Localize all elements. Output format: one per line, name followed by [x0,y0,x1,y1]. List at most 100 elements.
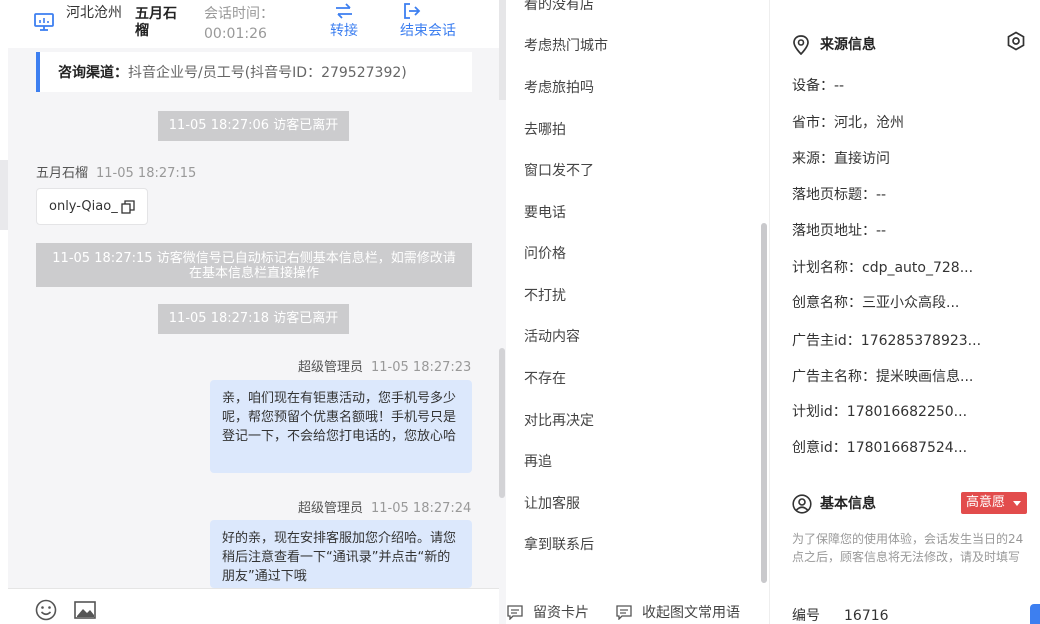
info-row-plan-name: 计划名称：cdp_auto_728... [792,257,1028,277]
collapse-phrases-label: 收起图文常用语 [642,605,740,621]
quick-reply-scrollbar[interactable] [761,223,767,583]
quick-reply-item[interactable]: 去哪拍 [524,119,566,139]
message-time: 11-05 18:27:24 [371,501,472,516]
quick-reply-toolbar: 留资卡片 收起图文常用语 [506,590,770,624]
info-row-landing-url: 落地页地址：-- [792,220,1028,240]
basic-info-header: 基本信息 [792,493,932,514]
quick-reply-item[interactable]: 活动内容 [524,326,580,346]
info-value: -- [876,187,887,203]
chat-scrollbar[interactable] [499,348,505,498]
info-row-plan-id: 计划id：178016682250... [792,401,1028,421]
sender-name: 超级管理员 [298,501,364,516]
lead-card-label: 留资卡片 [533,605,589,621]
monitor-icon [34,13,54,31]
floating-tab[interactable] [1030,604,1040,624]
quick-reply-item[interactable]: 拿到联系后 [524,534,594,554]
agent-message-meta: 超级管理员 11-05 18:27:24 [298,497,471,516]
info-row-province: 省市：河北，沧州 [792,112,1028,132]
chat-toolbar [8,588,499,624]
card-icon [507,605,523,620]
agent-message-meta: 超级管理员 11-05 18:27:23 [298,356,471,375]
info-value: cdp_auto_728... [862,260,974,276]
info-key: 省市： [792,115,834,131]
caret-down-icon [1013,501,1021,506]
source-info-header: 来源信息 [792,34,932,55]
visitor-message-bubble: only-Qiao_ [36,188,148,225]
sender-name: 超级管理员 [298,360,364,375]
info-value: -- [876,223,887,239]
quick-reply-item[interactable]: 对比再决定 [524,410,594,430]
quick-reply-panel: 看的没有店 考虑热门城市 考虑旅拍吗 去哪拍 窗口发不了 要电话 问价格 不打扰… [506,0,770,624]
quick-reply-item[interactable]: 问价格 [524,243,566,263]
channel-value: 抖音企业号/员工号(抖音号ID：279527392) [128,65,407,81]
info-key: 创意id： [792,440,847,456]
chat-panel: 河北沧州 五月石榴 会话时间： 00:01:26 转接 结束会话 咨询渠道：抖音… [0,0,506,624]
info-value: 三亚小众高段... [862,295,960,311]
info-row-creative-name: 创意名称：三亚小众高段... [792,292,1028,312]
quick-reply-item[interactable]: 考虑热门城市 [524,35,608,55]
info-value: 176285378923... [860,333,982,349]
channel-text: 咨询渠道：抖音企业号/员工号(抖音号ID：279527392) [58,62,407,82]
info-key: 编号 [792,608,820,624]
end-session-button[interactable]: 结束会话 [400,0,456,40]
chat-scroll-track [499,0,506,100]
quick-reply-item[interactable]: 考虑旅拍吗 [524,77,594,97]
visitor-message-text: only-Qiao_ [49,199,118,214]
info-row-advertiser-id: 广告主id：176285378923... [792,330,1028,350]
chat-header: 河北沧州 五月石榴 会话时间： 00:01:26 转接 结束会话 [8,0,499,48]
info-key: 落地页地址： [792,223,876,239]
info-key: 广告主id： [792,333,861,349]
info-value: 直接访问 [834,151,890,167]
source-info-title: 来源信息 [820,37,876,53]
quick-reply-item[interactable]: 不打扰 [524,285,566,305]
info-key: 创意名称： [792,295,862,311]
info-value: -- [834,78,845,94]
quick-reply-item[interactable]: 再追 [524,451,552,471]
intent-level-label: 高意愿 [966,495,1006,510]
left-edge-strip [0,0,8,624]
info-value: 16716 [844,608,889,624]
sender-name: 五月石榴 [36,166,89,181]
system-message: 11-05 18:27:18 访客已离开 [158,304,349,334]
quick-reply-item[interactable]: 窗口发不了 [524,160,594,180]
channel-label: 咨询渠道： [58,65,128,81]
quick-reply-item[interactable]: 看的没有店 [524,0,594,14]
info-row-creative-id: 创意id：178016687524... [792,437,1028,457]
emoji-icon[interactable] [35,599,57,621]
session-time-label: 会话时间： [204,6,274,22]
transfer-icon [336,3,352,19]
basic-info-title: 基本信息 [820,496,876,512]
message-icon [616,605,632,620]
info-row-source: 来源：直接访问 [792,148,1028,168]
info-key: 广告主名称： [792,369,876,385]
info-row-device: 设备：-- [792,75,1028,95]
channel-info: 咨询渠道：抖音企业号/员工号(抖音号ID：279527392) [36,52,472,92]
end-session-label: 结束会话 [400,23,456,39]
transfer-button[interactable]: 转接 [326,0,362,40]
image-icon[interactable] [74,600,96,620]
quick-reply-item[interactable]: 要电话 [524,202,566,222]
info-value: 提米映画信息... [876,369,974,385]
intent-level-dropdown[interactable]: 高意愿 [961,492,1027,514]
collapse-handle[interactable] [0,160,8,230]
transfer-label: 转接 [330,23,358,39]
visitor-name: 五月石榴 [135,6,177,39]
info-row-id: 编号 16716 [792,605,1028,624]
quick-reply-item[interactable]: 让加客服 [524,493,580,513]
settings-icon[interactable] [1006,31,1026,51]
info-row-landing-title: 落地页标题：-- [792,184,1028,204]
message-time: 11-05 18:27:23 [371,360,472,375]
session-time: 00:01:26 [204,26,267,42]
info-value: 178016687524... [846,440,968,456]
info-key: 计划id： [792,404,847,420]
visitor-location: 河北沧州 [66,5,122,21]
edit-notice: 为了保障您的使用体验，会话发生当日的24点之后，顾客信息将无法修改，请及时填写 [792,532,1024,564]
system-message: 11-05 18:27:06 访客已离开 [158,111,349,141]
info-value: 178016682250... [846,404,968,420]
quick-reply-item[interactable]: 不存在 [524,368,566,388]
location-pin-icon [793,35,809,55]
system-message: 11-05 18:27:15 访客微信号已自动标记右侧基本信息栏，如需修改请在基… [36,243,472,287]
info-value: 河北，沧州 [834,115,904,131]
visitor-message-meta: 五月石榴 11-05 18:27:15 [36,162,196,181]
copy-icon[interactable] [121,200,135,214]
